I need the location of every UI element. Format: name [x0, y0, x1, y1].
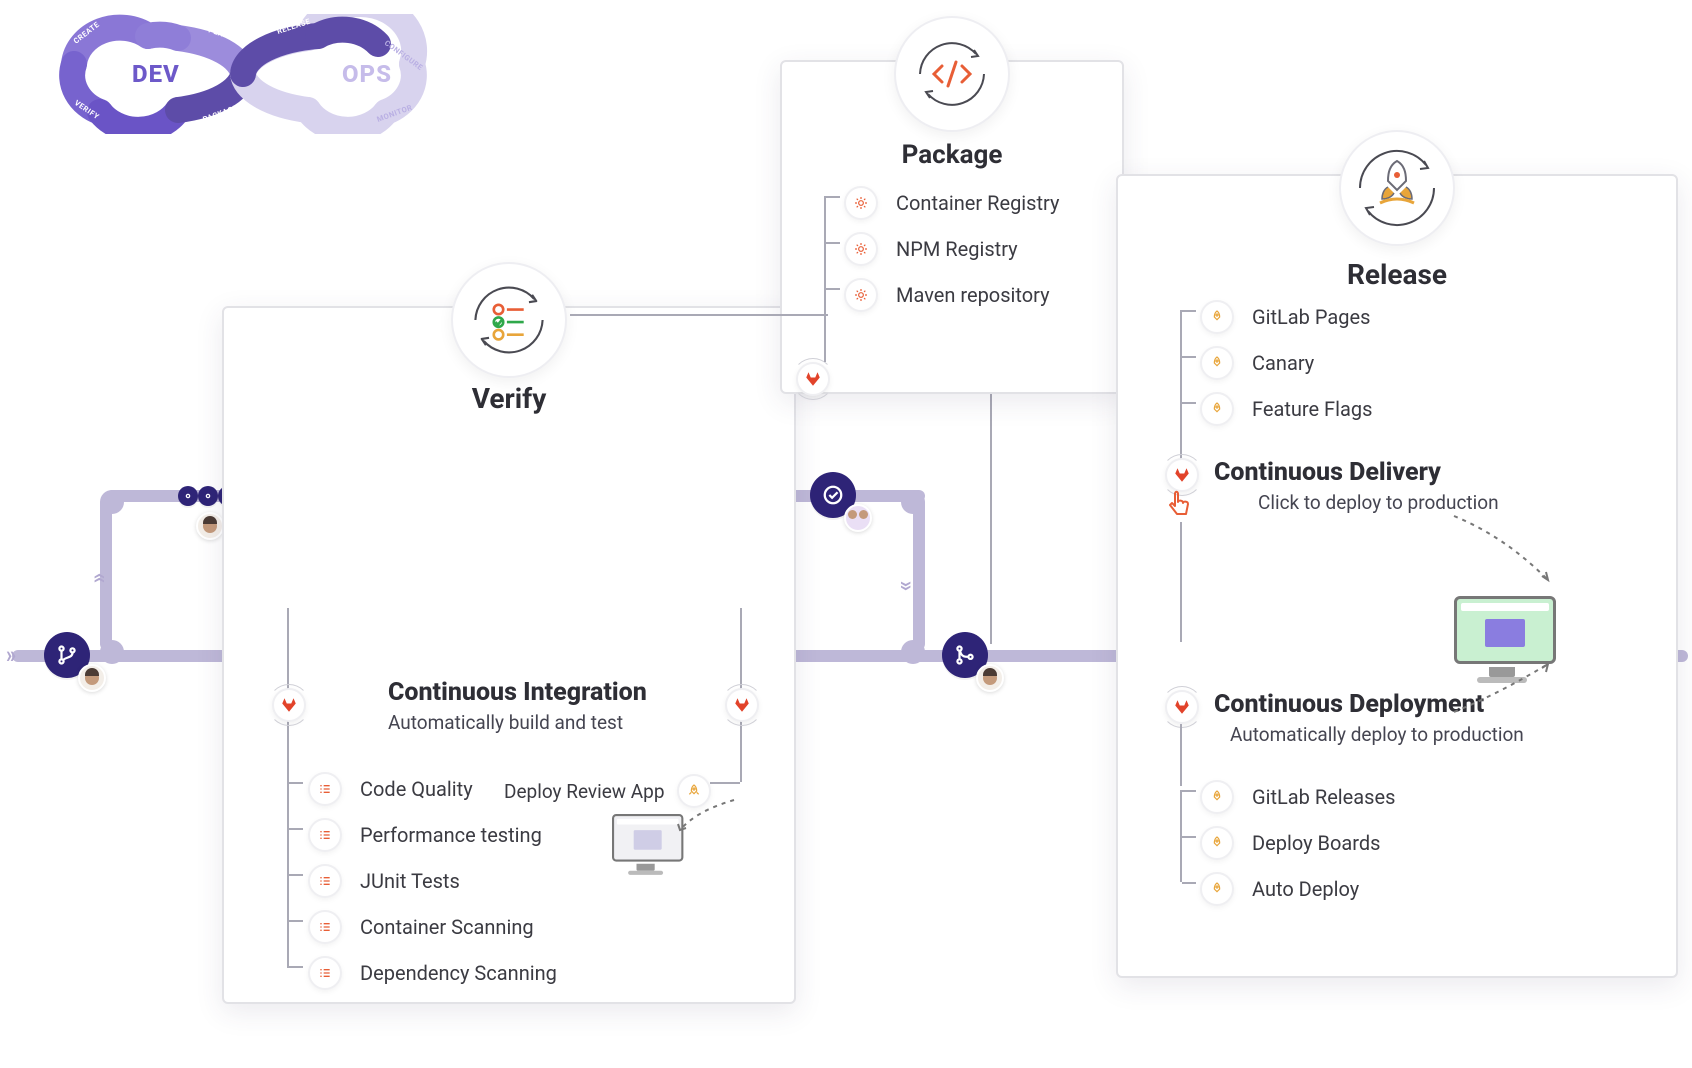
commit-dot	[178, 486, 198, 506]
gitlab-fox-icon	[796, 362, 830, 396]
cd-section: Continuous Delivery Click to deploy to p…	[1214, 458, 1692, 514]
list-item: Maven repository	[786, 272, 1126, 318]
pipeline-feature-branch-right	[913, 497, 925, 650]
list-item: Dependency Scanning	[250, 950, 820, 996]
package-title: Package	[782, 140, 1122, 170]
cd-title: Continuous Delivery	[1214, 458, 1692, 487]
verify-panel: Verify Continuous Integration Automatica…	[222, 306, 796, 1004]
rocket-icon	[1200, 346, 1234, 380]
release-panel: Release GitLab Pages Canary Feature Flag…	[1116, 174, 1678, 978]
list-icon	[308, 772, 342, 806]
verify-hero-icon	[451, 262, 567, 378]
package-stem	[824, 288, 826, 362]
list-item: JUnit Tests	[250, 858, 820, 904]
package-connector	[990, 390, 992, 644]
gitlab-cicd-diagram: CREATE PLAN VERIFY PACKAGE RELEASE CONFI…	[0, 0, 1692, 1068]
cdp-subtitle: Automatically deploy to production	[1214, 723, 1692, 746]
check-circle-icon	[822, 484, 844, 506]
rocket-icon	[1200, 872, 1234, 906]
git-merge-icon	[954, 644, 976, 666]
rocket-icon	[1200, 780, 1234, 814]
gear-icon	[844, 278, 878, 312]
list-icon	[308, 818, 342, 852]
chevron-down-icon: »	[894, 581, 923, 583]
pipe-corner	[901, 490, 925, 514]
gitlab-fox-icon	[1165, 458, 1199, 492]
ci-subtitle: Automatically build and test	[388, 711, 958, 734]
devops-infinity-badge: CREATE PLAN VERIFY PACKAGE RELEASE CONFI…	[28, 14, 458, 134]
click-hand-icon	[1165, 490, 1193, 518]
rocket-icon	[1200, 826, 1234, 860]
list-item: Container Scanning	[250, 904, 820, 950]
list-item: Container Registry	[786, 180, 1126, 226]
ci-title: Continuous Integration	[388, 678, 958, 707]
dashed-arrow-icon	[1448, 658, 1558, 718]
chevron-right-icon: »	[6, 640, 8, 669]
list-item: Feature Flags	[1142, 386, 1692, 432]
list-item: GitLab Releases	[1142, 774, 1692, 820]
dashed-arrow-icon	[674, 796, 744, 836]
pipe-corner	[100, 640, 124, 664]
release-bottom-feature-list: GitLab Releases Deploy Boards Auto Deplo…	[1142, 774, 1692, 912]
pipeline-feature-branch-left	[100, 497, 112, 650]
list-item: GitLab Pages	[1142, 294, 1692, 340]
verify-to-package-connector	[570, 314, 828, 316]
list-icon	[308, 910, 342, 944]
list-icon	[308, 864, 342, 898]
release-stem	[1180, 522, 1182, 642]
rocket-icon	[1200, 300, 1234, 334]
release-top-feature-list: GitLab Pages Canary Feature Flags	[1142, 294, 1692, 432]
gitlab-fox-icon	[272, 688, 306, 722]
release-stem	[1180, 402, 1182, 460]
gear-icon	[844, 232, 878, 266]
dashed-arrow-icon	[1448, 510, 1558, 590]
verify-title: Verify	[224, 382, 794, 415]
commit-dot	[198, 486, 218, 506]
list-item: NPM Registry	[786, 226, 1126, 272]
package-hero-icon	[894, 16, 1010, 132]
chevron-up-icon: »	[83, 581, 112, 583]
rocket-icon	[1200, 392, 1234, 426]
pipe-corner	[100, 490, 124, 514]
gitlab-fox-icon	[1165, 690, 1199, 724]
gitlab-fox-icon	[725, 688, 759, 722]
user-avatar	[196, 512, 224, 540]
reviewers-avatar	[844, 504, 872, 532]
list-icon	[308, 956, 342, 990]
infinity-loop-icon: CREATE PLAN VERIFY PACKAGE RELEASE CONFI…	[28, 14, 458, 134]
list-item: Auto Deploy	[1142, 866, 1692, 912]
user-avatar	[976, 664, 1004, 692]
review-app-monitor-icon	[612, 814, 679, 873]
release-title: Release	[1118, 258, 1676, 291]
git-branch-icon	[56, 644, 78, 666]
ci-section: Continuous Integration Automatically bui…	[388, 678, 958, 734]
user-avatar	[78, 664, 106, 692]
pipe-corner	[901, 640, 925, 664]
gear-icon	[844, 186, 878, 220]
package-panel: Package Container Registry NPM Registry …	[780, 60, 1124, 394]
list-item: Deploy Boards	[1142, 820, 1692, 866]
package-feature-list: Container Registry NPM Registry Maven re…	[786, 180, 1126, 318]
release-hero-icon	[1339, 130, 1455, 246]
list-item: Canary	[1142, 340, 1692, 386]
